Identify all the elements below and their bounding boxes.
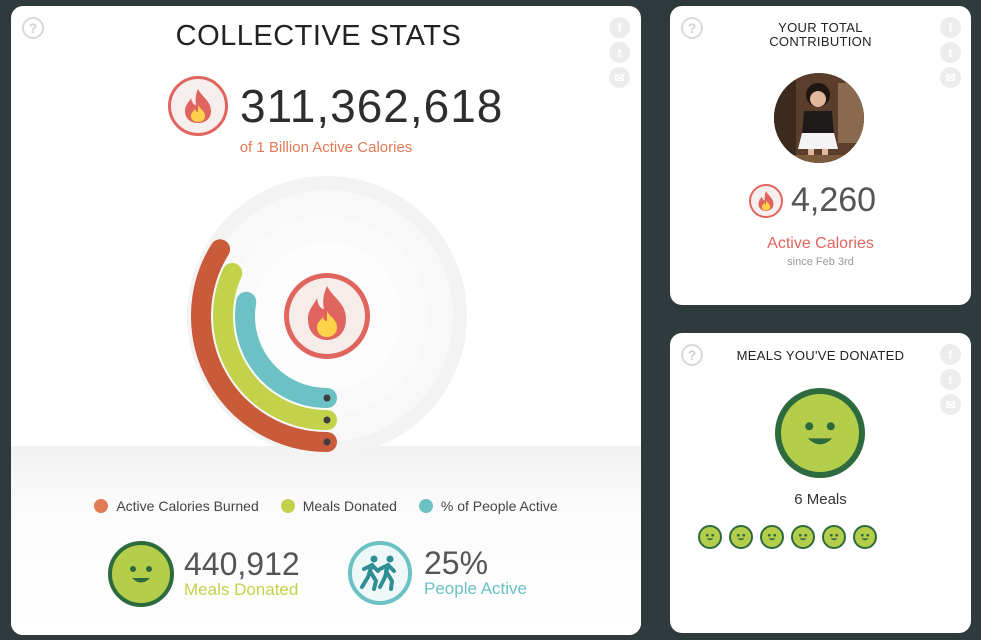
meal-icons-row: [698, 525, 877, 549]
fire-icon: [749, 183, 783, 218]
people-arc-end-dot: [323, 394, 331, 402]
smiley-icon: [775, 388, 865, 478]
meals-count: 6 Meals: [794, 491, 847, 508]
meals-donated-value: 440,912: [184, 546, 300, 582]
legend-label: Meals Donated: [302, 498, 397, 514]
contribution-count: 4,260: [749, 181, 876, 220]
runner-icon: [348, 541, 412, 605]
center-fire-icon: [284, 273, 370, 359]
meals-arc-end-dot: [323, 416, 331, 424]
meal-smiley-icon: [760, 525, 784, 549]
calories-arc-end-dot: [323, 438, 331, 446]
meal-smiley-icon: [853, 525, 877, 549]
legend-item-meals: Meals Donated: [280, 498, 397, 514]
legend-item-people: % of People Active: [418, 498, 558, 514]
contribution-title-line1: YOUR TOTAL: [778, 20, 863, 35]
legend-item-calories: Active Calories Burned: [94, 498, 259, 514]
legend-label: Active Calories Burned: [116, 498, 259, 514]
smiley-icon: [108, 541, 174, 607]
legend-dot: [94, 499, 109, 513]
meals-title: MEALS YOU'VE DONATED: [736, 348, 905, 363]
people-active-value: 25%: [424, 545, 489, 581]
legend-dot: [418, 499, 433, 513]
contribution-card: ? f t ✉ YOUR TOTAL CONTRIBUTION 4,260 Ac…: [670, 6, 971, 305]
twitter-icon[interactable]: t: [940, 369, 961, 390]
email-icon[interactable]: ✉: [940, 67, 961, 88]
legend-dot: [280, 499, 295, 513]
avatar: [774, 73, 864, 163]
meal-smiley-icon: [791, 525, 815, 549]
meals-donated-stat: 440,912 Meals Donated: [108, 541, 300, 607]
contribution-since: since Feb 3rd: [787, 256, 854, 268]
meal-smiley-icon: [729, 525, 753, 549]
collective-stats-card: ? f t ✉ COLLECTIVE STATS 311,362,618 of …: [11, 6, 641, 635]
meal-smiley-icon: [698, 525, 722, 549]
contribution-value: 4,260: [791, 181, 877, 219]
meals-donated-label: Meals Donated: [184, 580, 299, 599]
people-active-label: People Active: [424, 579, 528, 598]
meal-smiley-icon: [822, 525, 846, 549]
contribution-label: Active Calories: [767, 235, 874, 252]
progress-rings: [187, 176, 467, 456]
contribution-title-line2: CONTRIBUTION: [769, 34, 872, 49]
meals-card: ? f t ✉ MEALS YOU'VE DONATED 6 Meals: [670, 333, 971, 633]
contribution-title: YOUR TOTAL CONTRIBUTION: [670, 21, 971, 49]
legend-label: % of People Active: [440, 498, 558, 514]
chart-legend: Active Calories Burned Meals Donated % o…: [11, 498, 641, 514]
people-active-stat: 25% People Active: [348, 541, 527, 605]
email-icon[interactable]: ✉: [940, 394, 961, 415]
